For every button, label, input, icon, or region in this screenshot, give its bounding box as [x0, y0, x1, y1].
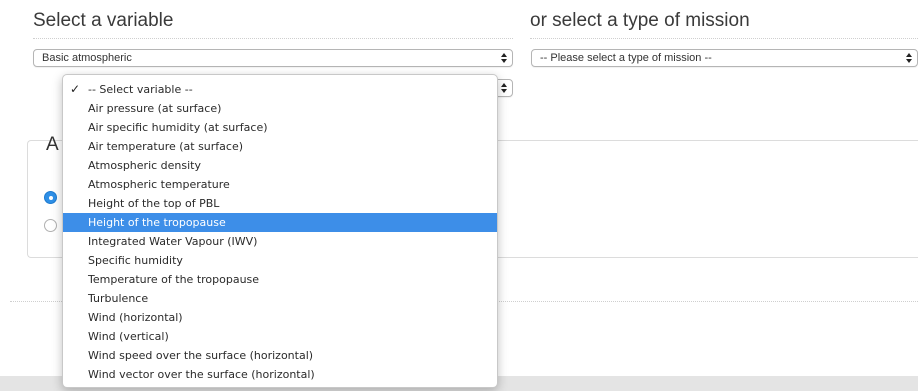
mission-type-select-value: -- Please select a type of mission -- [540, 52, 712, 64]
dropdown-option-label: Specific humidity [88, 254, 183, 267]
category-select[interactable]: Basic atmospheric [33, 49, 513, 67]
dropdown-option[interactable]: Temperature of the tropopause [63, 270, 497, 289]
radio-option-1[interactable] [44, 191, 57, 204]
dropdown-option-label: Height of the top of PBL [88, 197, 220, 210]
dropdown-option[interactable]: Height of the tropopause [63, 213, 497, 232]
select-arrows-icon [501, 52, 507, 64]
dropdown-option[interactable]: ✓ -- Select variable -- [63, 80, 497, 99]
dropdown-option[interactable]: Turbulence [63, 289, 497, 308]
dropdown-option[interactable]: Specific humidity [63, 251, 497, 270]
category-select-value: Basic atmospheric [42, 52, 132, 64]
variable-dropdown-list[interactable]: ✓ -- Select variable -- Air pressure (at s… [62, 74, 498, 388]
dropdown-option-label: Wind (vertical) [88, 330, 169, 343]
dropdown-option-label: Air specific humidity (at surface) [88, 121, 268, 134]
dropdown-option[interactable]: Wind (horizontal) [63, 308, 497, 327]
select-arrows-icon [501, 82, 507, 94]
radio-option-2[interactable] [44, 219, 57, 232]
dropdown-option-label: Turbulence [88, 292, 149, 305]
dropdown-option-label: -- Select variable -- [88, 83, 193, 96]
dropdown-option[interactable]: Integrated Water Vapour (IWV) [63, 232, 497, 251]
dropdown-option[interactable]: Wind (vertical) [63, 327, 497, 346]
dropdown-option-label: Temperature of the tropopause [88, 273, 260, 286]
mission-type-select[interactable]: -- Please select a type of mission -- [531, 49, 918, 67]
dropdown-option-label: Air pressure (at surface) [88, 102, 222, 115]
dropdown-option[interactable]: Air pressure (at surface) [63, 99, 497, 118]
dropdown-option-label: Height of the tropopause [88, 216, 226, 229]
dropdown-option-label: Wind speed over the surface (horizontal) [88, 349, 314, 362]
dropdown-option-label: Wind vector over the surface (horizontal… [88, 368, 315, 381]
select-arrows-icon [906, 52, 912, 64]
heading-rule-left [33, 38, 513, 39]
dropdown-option[interactable]: Wind vector over the surface (horizontal… [63, 365, 497, 384]
mission-type-heading: or select a type of mission [530, 10, 750, 31]
dropdown-option-label: Wind (horizontal) [88, 311, 183, 324]
dropdown-option[interactable]: Wind speed over the surface (horizontal) [63, 346, 497, 365]
dropdown-option-label: Integrated Water Vapour (IWV) [88, 235, 258, 248]
panel-heading: A [46, 134, 59, 155]
dropdown-option-label: Atmospheric temperature [88, 178, 230, 191]
dropdown-option[interactable]: Height of the top of PBL [63, 194, 497, 213]
select-variable-heading: Select a variable [33, 10, 174, 31]
dropdown-option[interactable]: Atmospheric temperature [63, 175, 497, 194]
dropdown-option-label: Air temperature (at surface) [88, 140, 244, 153]
heading-rule-right [530, 38, 918, 39]
dropdown-option[interactable]: Air temperature (at surface) [63, 137, 497, 156]
dropdown-option[interactable]: Air specific humidity (at surface) [63, 118, 497, 137]
dropdown-option[interactable]: Atmospheric density [63, 156, 497, 175]
dropdown-option-label: Atmospheric density [88, 159, 201, 172]
checkmark-icon: ✓ [70, 82, 81, 96]
